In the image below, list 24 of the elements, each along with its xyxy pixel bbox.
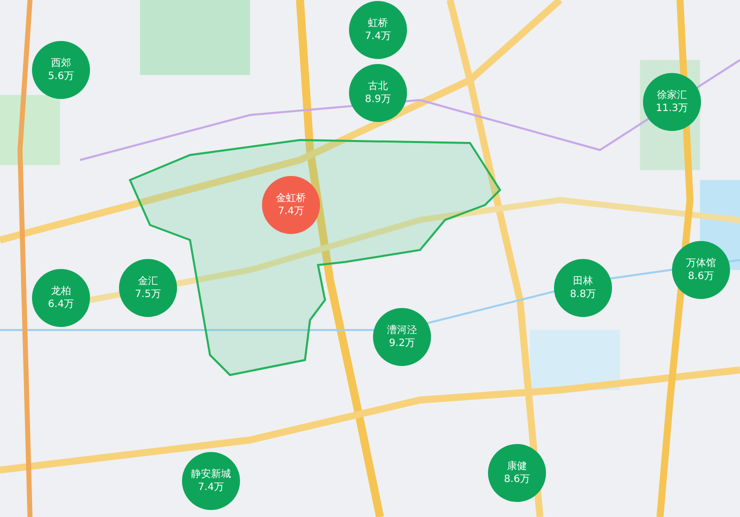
area-price: 9.2万 (389, 337, 415, 350)
area-name: 西郊 (51, 57, 71, 70)
area-name: 虹桥 (368, 17, 388, 30)
area-name: 龙柏 (51, 285, 71, 298)
area-price: 11.3万 (656, 102, 688, 115)
area-price: 8.6万 (504, 473, 530, 486)
area-name: 万体馆 (686, 257, 716, 270)
area-price: 7.5万 (135, 288, 161, 301)
area-name: 康健 (507, 460, 527, 473)
area-price: 7.4万 (278, 205, 304, 218)
area-name: 田林 (573, 275, 593, 288)
area-price: 6.4万 (48, 298, 74, 311)
area-name: 金虹桥 (276, 192, 306, 205)
area-name: 徐家汇 (657, 89, 687, 102)
area-price: 7.4万 (365, 30, 391, 43)
area-price: 7.4万 (198, 481, 224, 494)
area-price: 8.6万 (688, 270, 714, 283)
area-name: 古北 (368, 80, 388, 93)
area-name: 金汇 (138, 275, 158, 288)
area-price: 5.6万 (48, 70, 74, 83)
area-price: 8.9万 (365, 93, 391, 106)
area-name: 漕河泾 (387, 324, 417, 337)
area-price: 8.8万 (570, 288, 596, 301)
area-name: 静安新城 (191, 468, 231, 481)
